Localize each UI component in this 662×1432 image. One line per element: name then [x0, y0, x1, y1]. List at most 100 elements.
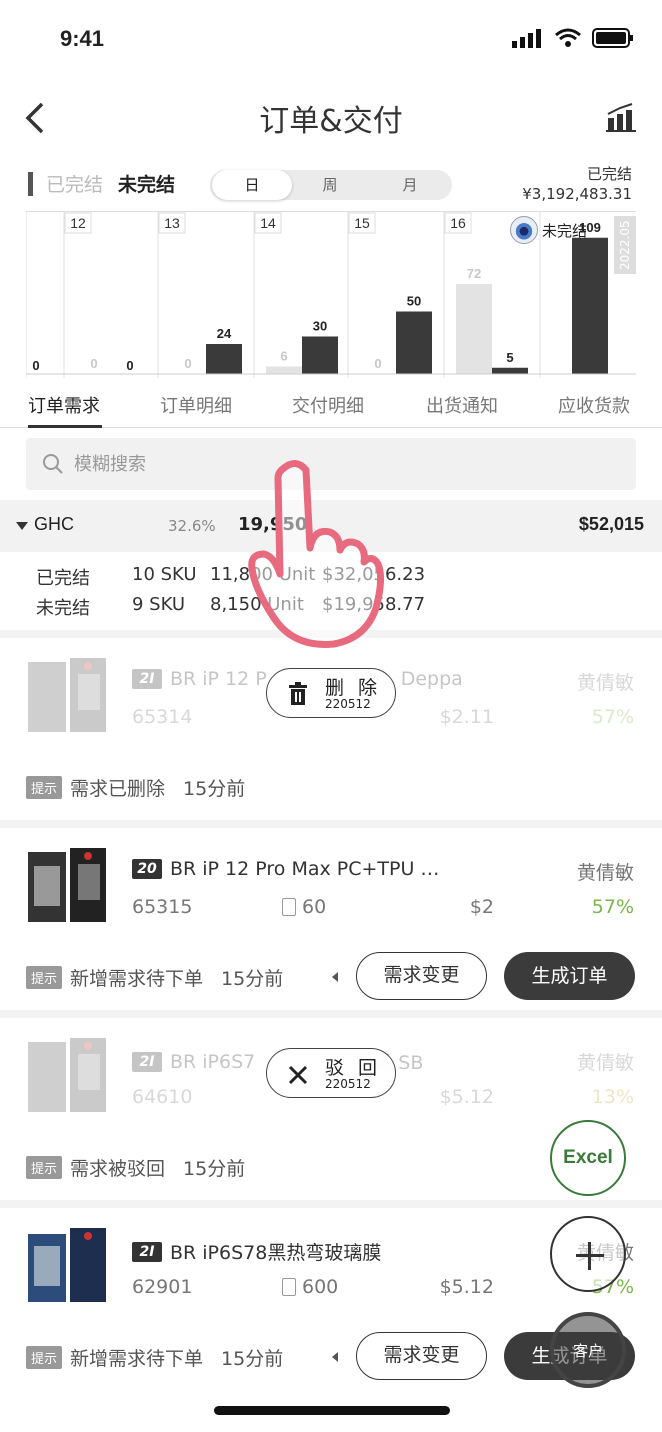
- status-icons: [512, 28, 634, 48]
- order-card[interactable]: 2I BR iP 12 P Deppa 65314 $2.11 黄倩敏 57% 提示…: [0, 638, 662, 820]
- legend-label: 未完结: [542, 221, 588, 240]
- chart-data-label-done: 6: [280, 349, 287, 364]
- summary-amount: $19,958.77: [322, 594, 426, 615]
- customer-button[interactable]: 客户: [550, 1312, 626, 1388]
- chart-bar-open: [572, 237, 608, 374]
- group-name: GHC: [34, 514, 74, 534]
- chart-bar-done: [456, 284, 492, 374]
- chart-data-label-open: 0: [126, 358, 133, 373]
- caret-down-icon: [16, 522, 28, 530]
- change-demand-button[interactable]: 需求变更: [356, 952, 487, 1000]
- owner-pct: 57%: [591, 706, 634, 728]
- tab-underline: [28, 425, 102, 428]
- period-month[interactable]: 月: [370, 170, 450, 200]
- tip-badge: 提示: [26, 966, 63, 989]
- overlay-label: 删 除: [325, 677, 382, 699]
- summary-row-done: 已完结 10 SKU 11,800 Unit $32,056.23: [36, 564, 425, 590]
- period-week[interactable]: 周: [290, 170, 370, 200]
- chart-tick-label: 12: [70, 215, 86, 231]
- chart-icon[interactable]: [606, 102, 636, 132]
- card-tip: 提示 需求已删除 15分前: [26, 774, 245, 801]
- caret-left-icon[interactable]: [332, 972, 338, 982]
- divider: [0, 630, 662, 638]
- chart-bar-open: [206, 344, 242, 374]
- product-price: $5.12: [439, 1086, 494, 1108]
- product-badge: 2I: [132, 1241, 162, 1262]
- product-price: $2.11: [439, 706, 494, 728]
- chart-bar-open: [302, 336, 338, 374]
- tip-badge: 提示: [26, 1346, 63, 1369]
- summary-label: 未完结: [36, 598, 90, 619]
- group-header[interactable]: GHC 32.6% 19,950 $52,015: [0, 500, 662, 552]
- tip-time: 15分前: [183, 1158, 246, 1180]
- divider: [0, 820, 662, 828]
- chart-data-label-done: 0: [184, 356, 191, 371]
- product-name-text: BR iP6S78黑热弯玻璃膜: [170, 1242, 382, 1264]
- summary-label: 已完结: [36, 568, 90, 589]
- toggle-indicator: [28, 172, 33, 196]
- toggle-open[interactable]: 未完结: [118, 170, 175, 197]
- tab-receivables[interactable]: 应收货款: [558, 392, 630, 418]
- summary-sku: 9 SKU: [132, 594, 186, 615]
- excel-export-button[interactable]: Excel: [550, 1120, 626, 1196]
- bar-chart[interactable]: 0 12 0 0 13 0 24 14 6 30 15 0 50 16 72 5 109 未完结 2022.05: [26, 211, 636, 378]
- add-button[interactable]: [550, 1216, 626, 1292]
- search-input[interactable]: [74, 446, 614, 482]
- reject-button[interactable]: 驳 回 220512: [266, 1048, 396, 1098]
- product-name-text: BR iP 12 Pro Max PC+TPU …: [170, 858, 440, 880]
- tab-delivery-detail[interactable]: 交付明细: [292, 392, 364, 418]
- product-thumbnail: [28, 658, 106, 732]
- product-badge: 2I: [132, 1051, 162, 1072]
- group-value: 19,950: [238, 514, 308, 535]
- card-tip: 提示 新增需求待下单 15分前: [26, 1344, 283, 1371]
- tab-order-detail[interactable]: 订单明细: [160, 392, 232, 418]
- product-badge: 2I: [132, 669, 162, 689]
- tab-shipment-notice[interactable]: 出货通知: [426, 392, 498, 418]
- product-code: 62901: [132, 1276, 193, 1298]
- create-order-button[interactable]: 生成订单: [504, 952, 635, 1000]
- product-code: 65315: [132, 896, 193, 918]
- product-name-tail: Deppa: [400, 668, 463, 690]
- product-thumbnail: [28, 1228, 106, 1302]
- tip-text: 需求被驳回: [70, 1158, 166, 1180]
- tip-time: 15分前: [221, 968, 284, 990]
- owner-name: 黄倩敏: [576, 862, 634, 884]
- tip-time: 15分前: [183, 778, 246, 800]
- chart-legend: 未完结: [510, 216, 587, 244]
- order-card[interactable]: 20 BR iP 12 Pro Max PC+TPU … 65315 60 $2 …: [0, 828, 662, 1010]
- status-bar: 9:41: [0, 0, 662, 80]
- chart-data-label-done: 0: [90, 356, 97, 371]
- home-indicator[interactable]: [214, 1406, 450, 1415]
- chart-data-label-done: 72: [467, 266, 481, 281]
- chart-tick-label: 14: [260, 215, 276, 231]
- tip-text: 需求已删除: [70, 778, 166, 800]
- search-box: [26, 438, 636, 490]
- card-tip: 提示 需求被驳回 15分前: [26, 1154, 245, 1181]
- product-name-text: BR iP 12 P: [170, 668, 267, 690]
- chart-bar-open: [492, 367, 528, 374]
- chart-data-label-open: 0: [32, 358, 39, 373]
- done-total-value: ¥3,192,483.31: [522, 185, 632, 203]
- change-demand-button[interactable]: 需求变更: [356, 1332, 487, 1380]
- product-thumbnail: [28, 1038, 106, 1112]
- caret-left-icon[interactable]: [332, 1352, 338, 1362]
- product-qty-value: 60: [302, 896, 327, 918]
- period-day[interactable]: 日: [212, 170, 292, 200]
- group-total: $52,015: [578, 514, 644, 534]
- owner-pct: 13%: [591, 1086, 634, 1108]
- tip-time: 15分前: [221, 1348, 284, 1370]
- divider: [0, 1010, 662, 1018]
- document-icon: [282, 1278, 296, 1296]
- delete-button[interactable]: 删 除 220512: [266, 668, 396, 718]
- product-thumbnail: [28, 848, 106, 922]
- tab-order-demand[interactable]: 订单需求: [28, 392, 100, 418]
- toggle-done[interactable]: 已完结: [46, 170, 103, 197]
- owner-pct: 57%: [591, 896, 634, 918]
- chart-tick-label: 16: [450, 215, 466, 231]
- trash-icon: [289, 682, 307, 705]
- close-icon: [288, 1065, 308, 1085]
- group-pct: 32.6%: [168, 517, 216, 535]
- chart-data-label-open: 30: [313, 319, 327, 334]
- nav-bar: 订单&交付: [0, 80, 662, 156]
- eye-icon[interactable]: [510, 216, 538, 244]
